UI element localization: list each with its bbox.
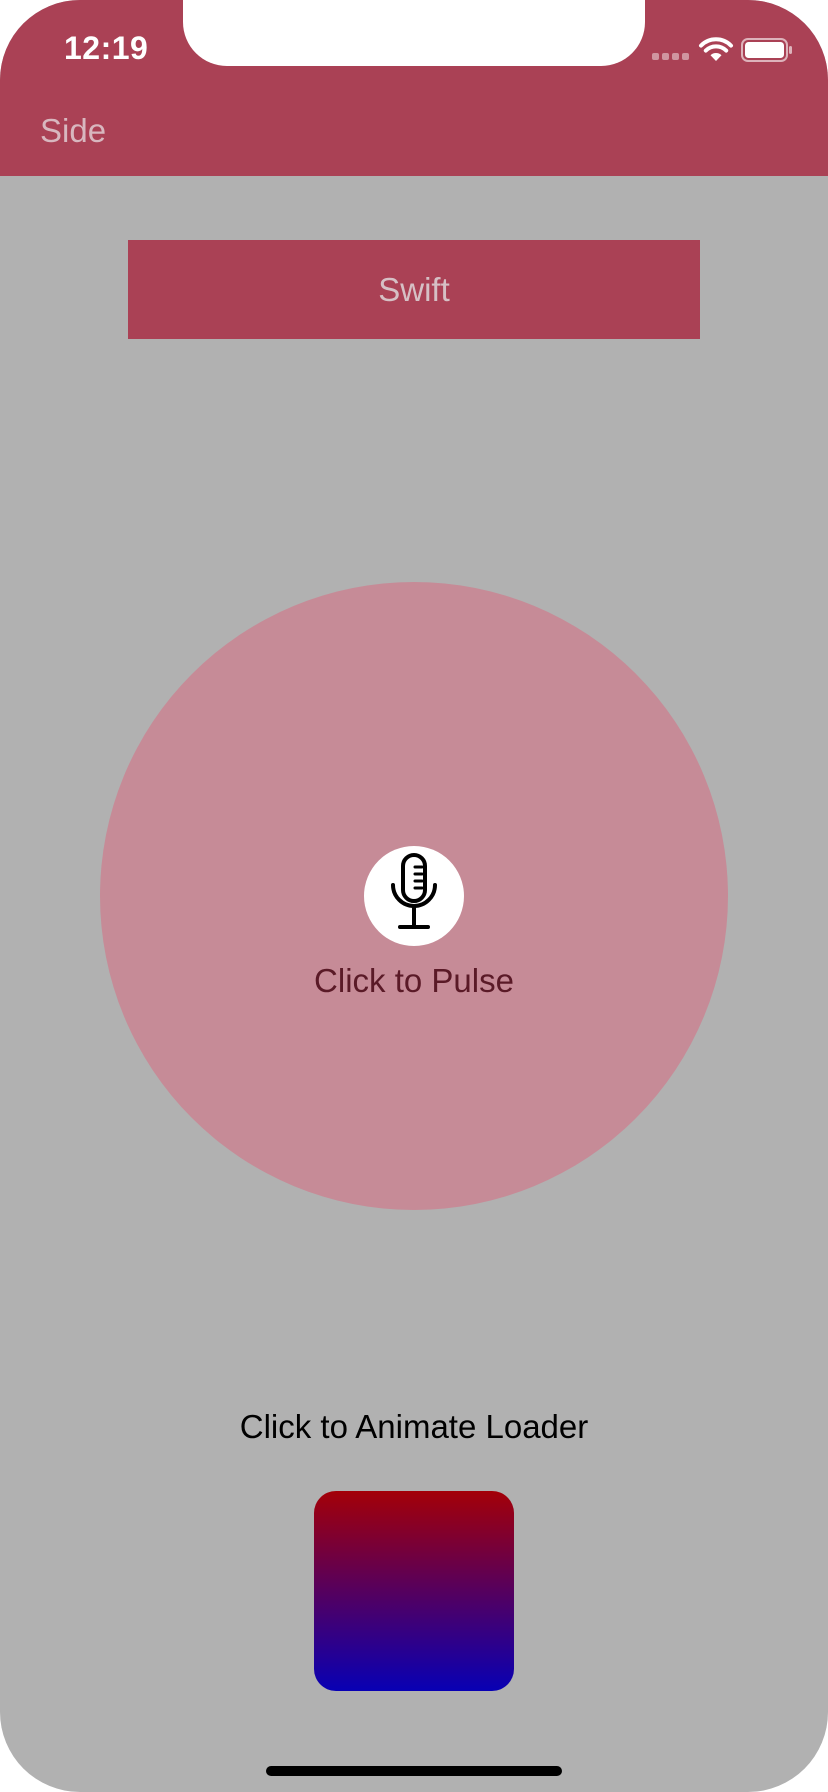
- swift-button[interactable]: Swift: [128, 240, 700, 339]
- animate-loader-label[interactable]: Click to Animate Loader: [164, 1408, 664, 1446]
- gradient-loader[interactable]: [314, 1491, 514, 1691]
- navigation-header: 12:19 Side: [0, 0, 828, 176]
- side-button[interactable]: Side: [40, 112, 106, 150]
- home-indicator[interactable]: [266, 1766, 562, 1776]
- device-notch: [183, 0, 645, 66]
- cellular-signal-icon: [652, 53, 692, 61]
- microphone-icon: [391, 853, 437, 929]
- microphone-button[interactable]: [364, 846, 464, 946]
- pulse-label: Click to Pulse: [314, 962, 514, 999]
- wifi-icon: [699, 37, 733, 61]
- status-bar-time: 12:19: [64, 30, 149, 66]
- battery-icon: [741, 38, 792, 62]
- device-screen: 12:19 Side Swift Click to Pulse Click to…: [0, 0, 828, 1792]
